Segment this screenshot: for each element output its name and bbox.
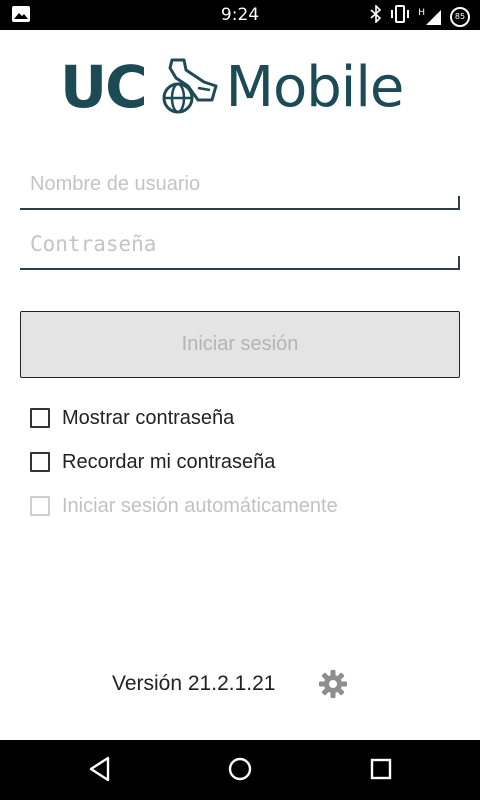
password-input[interactable] (20, 220, 460, 270)
navigation-bar (0, 740, 480, 800)
version-label: Versión 21.2.1.21 (112, 672, 276, 695)
logo-text-uc: UC (60, 53, 148, 121)
auto-login-checkbox[interactable]: Iniciar sesión automáticamente (30, 491, 338, 521)
battery-level: 85 (454, 12, 466, 21)
network-type-label: H (418, 7, 425, 18)
app-logo: UC Mobile (60, 52, 420, 122)
signal-icon: H (418, 8, 442, 26)
auto-login-label: Iniciar sesión automáticamente (62, 494, 338, 517)
remember-password-label: Recordar mi contraseña (62, 450, 276, 473)
logo-globe-hand-icon (162, 58, 218, 114)
username-input-edge (458, 196, 460, 210)
username-input[interactable] (20, 160, 460, 210)
show-password-label: Mostrar contraseña (62, 406, 235, 429)
remember-password-checkbox[interactable]: Recordar mi contraseña (30, 447, 275, 477)
checkbox-box[interactable] (30, 408, 50, 428)
bluetooth-icon (370, 4, 382, 28)
recents-icon[interactable] (369, 756, 393, 787)
status-bar: 9:24 H 85 (0, 0, 480, 30)
password-input-edge (458, 256, 460, 270)
logo-text-mobile: Mobile (225, 54, 405, 120)
vibrate-icon (390, 5, 410, 28)
login-button[interactable]: Iniciar sesión (20, 311, 460, 378)
show-password-checkbox[interactable]: Mostrar contraseña (30, 403, 234, 433)
login-button-label: Iniciar sesión (181, 333, 299, 355)
home-icon[interactable] (227, 756, 253, 787)
battery-icon: 85 (450, 6, 470, 27)
gear-icon[interactable] (318, 669, 348, 704)
checkbox-box[interactable] (30, 452, 50, 472)
checkbox-box[interactable] (30, 496, 50, 516)
back-icon[interactable] (88, 756, 112, 787)
